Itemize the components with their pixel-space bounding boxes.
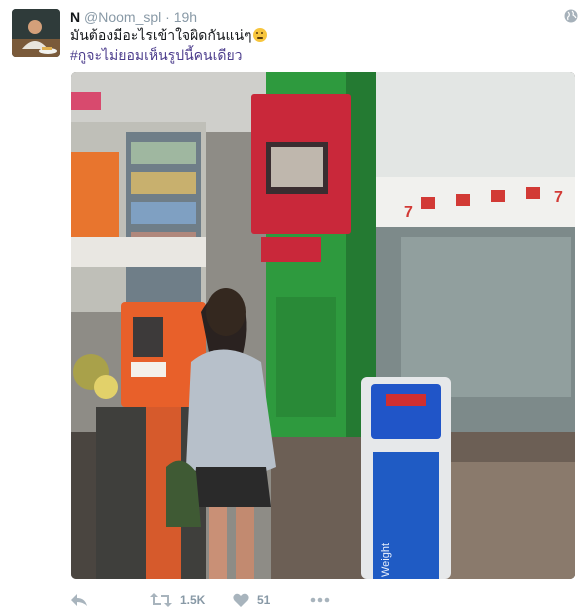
- svg-text:7: 7: [554, 189, 563, 206]
- tweet-text: มันต้องมีอะไรเข้าใจผิดกันแน่ๆ #กูจะไม่ยอ…: [70, 25, 570, 65]
- svg-text:7: 7: [404, 204, 413, 221]
- tweet: N @Noom_spl · 19h มันต้องมีอะไรเข้าใจผิด…: [0, 0, 586, 615]
- hashtag-link[interactable]: #กูจะไม่ยอมเห็นรูปนี้คนเดียว: [70, 45, 570, 65]
- heart-icon: [233, 593, 249, 607]
- display-name[interactable]: N: [70, 9, 80, 25]
- like-button[interactable]: 51: [233, 588, 270, 612]
- more-dots-icon: [310, 597, 330, 603]
- retweet-count: 1.5K: [180, 593, 206, 607]
- more-button[interactable]: [310, 588, 330, 612]
- timestamp[interactable]: 19h: [174, 9, 197, 25]
- retweet-button[interactable]: 1.5K: [150, 588, 205, 612]
- tweet-header: N @Noom_spl · 19h: [70, 8, 197, 26]
- thinking-face-emoji-icon: [252, 28, 267, 42]
- tweet-photo[interactable]: 7 7 Weight: [71, 72, 575, 579]
- reply-button[interactable]: [70, 588, 88, 612]
- separator-dot: ·: [165, 9, 170, 25]
- retweet-icon: [150, 593, 172, 607]
- globe-icon: [564, 9, 578, 23]
- like-count: 51: [257, 593, 271, 607]
- reply-icon: [70, 593, 88, 607]
- tweet-text-line: มันต้องมีอะไรเข้าใจผิดกันแน่ๆ: [70, 25, 570, 45]
- avatar[interactable]: [12, 9, 60, 57]
- tweet-text-body: มันต้องมีอะไรเข้าใจผิดกันแน่ๆ: [70, 27, 252, 43]
- scale-weight-label: Weight: [380, 543, 392, 577]
- user-handle[interactable]: @Noom_spl: [84, 9, 161, 25]
